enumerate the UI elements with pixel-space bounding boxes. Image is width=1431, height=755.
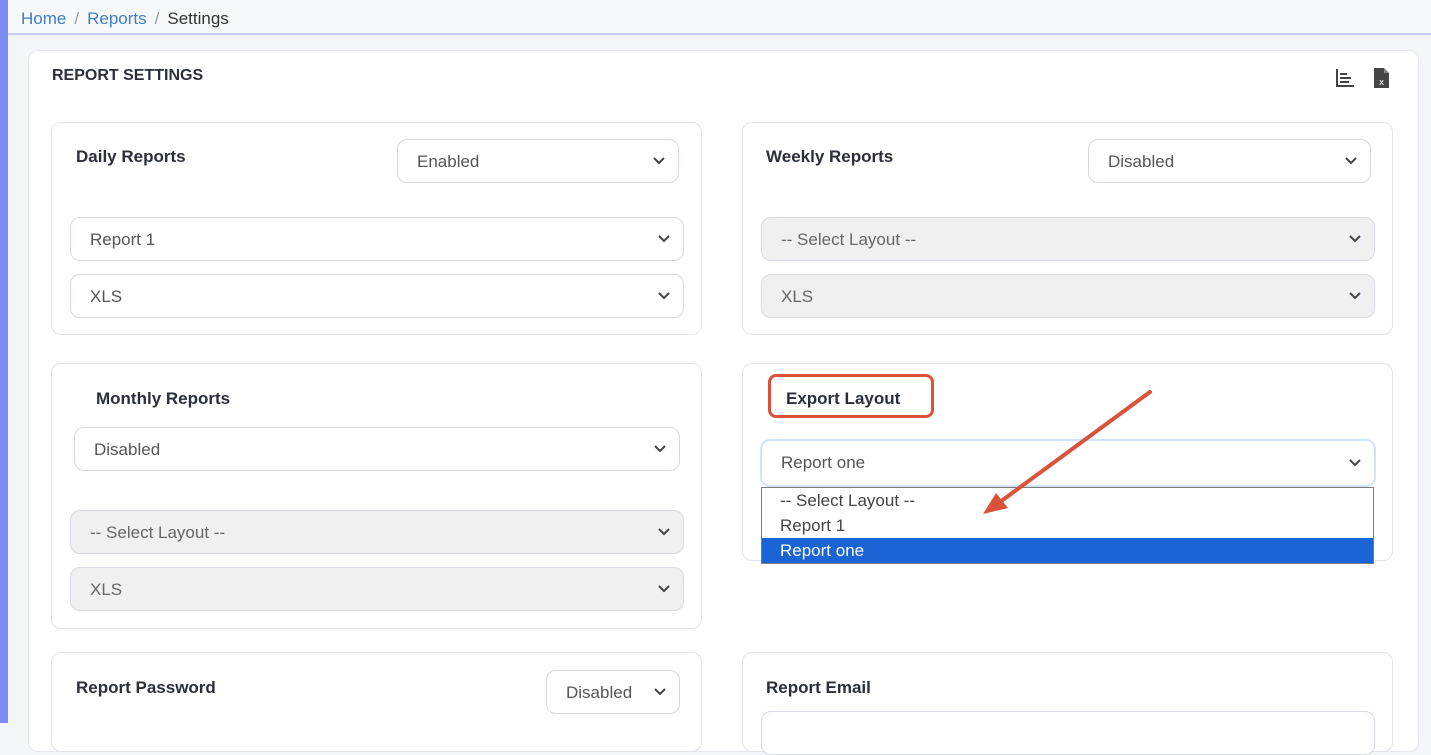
daily-status-value: Enabled (417, 152, 480, 171)
breadcrumb-home[interactable]: Home (21, 9, 66, 28)
weekly-reports-panel: Weekly Reports Disabled -- Select Layout… (742, 122, 1393, 335)
left-sidebar-strip (0, 0, 8, 723)
monthly-layout-value: -- Select Layout -- (90, 523, 226, 542)
breadcrumb-separator: / (154, 9, 160, 28)
breadcrumb-separator: / (74, 9, 80, 28)
password-status-value: Disabled (566, 683, 633, 702)
daily-layout-select[interactable]: Report 1 (70, 217, 684, 261)
monthly-format-select[interactable]: XLS (70, 567, 684, 611)
weekly-format-value: XLS (781, 287, 814, 306)
chevron-down-icon (1345, 157, 1357, 165)
monthly-reports-panel: Monthly Reports Disabled -- Select Layou… (51, 363, 702, 629)
page-title: REPORT SETTINGS (52, 67, 204, 84)
chevron-down-icon (1349, 459, 1361, 467)
password-status-select[interactable]: Disabled (546, 670, 680, 714)
breadcrumb-reports[interactable]: Reports (87, 9, 147, 28)
weekly-reports-title: Weekly Reports (766, 147, 894, 166)
report-email-input[interactable] (761, 711, 1375, 755)
weekly-format-select[interactable]: XLS (761, 274, 1375, 318)
monthly-layout-select[interactable]: -- Select Layout -- (70, 510, 684, 554)
chevron-down-icon (654, 688, 666, 696)
chevron-down-icon (658, 292, 670, 300)
export-layout-annotation-box (768, 374, 934, 418)
monthly-status-select[interactable]: Disabled (74, 427, 680, 471)
excel-file-icon[interactable]: x (1370, 67, 1392, 89)
dropdown-option[interactable]: Report 1 (762, 513, 1373, 538)
svg-text:x: x (1379, 78, 1385, 88)
bar-chart-icon[interactable] (1334, 67, 1356, 89)
weekly-layout-value: -- Select Layout -- (781, 230, 917, 249)
monthly-reports-title: Monthly Reports (96, 389, 231, 408)
report-email-panel: Report Email (742, 652, 1393, 755)
daily-reports-panel: Daily Reports Enabled Report 1 XLS (51, 122, 702, 335)
chevron-down-icon (654, 445, 666, 453)
report-email-title: Report Email (766, 678, 871, 697)
daily-layout-value: Report 1 (90, 230, 156, 249)
chevron-down-icon (653, 157, 665, 165)
dropdown-option-selected[interactable]: Report one (762, 538, 1373, 563)
weekly-layout-select[interactable]: -- Select Layout -- (761, 217, 1375, 261)
dropdown-option[interactable]: -- Select Layout -- (762, 488, 1373, 513)
chevron-down-icon (658, 235, 670, 243)
weekly-status-value: Disabled (1108, 152, 1175, 171)
daily-status-select[interactable]: Enabled (397, 139, 679, 183)
chevron-down-icon (1349, 235, 1361, 243)
monthly-format-value: XLS (90, 580, 123, 599)
daily-format-select[interactable]: XLS (70, 274, 684, 318)
daily-reports-title: Daily Reports (76, 147, 186, 166)
monthly-status-value: Disabled (94, 440, 161, 459)
weekly-status-select[interactable]: Disabled (1088, 139, 1371, 183)
chevron-down-icon (658, 528, 670, 536)
chevron-down-icon (1349, 292, 1361, 300)
export-layout-dropdown-list: -- Select Layout -- Report 1 Report one (761, 487, 1374, 564)
report-password-panel: Report Password Disabled (51, 652, 702, 752)
export-layout-select[interactable]: Report one (760, 439, 1376, 487)
breadcrumb: Home / Reports / Settings (8, 0, 1431, 35)
chevron-down-icon (658, 585, 670, 593)
report-password-title: Report Password (76, 678, 216, 697)
daily-format-value: XLS (90, 287, 123, 306)
export-layout-value: Report one (781, 453, 866, 472)
breadcrumb-current: Settings (167, 9, 229, 28)
